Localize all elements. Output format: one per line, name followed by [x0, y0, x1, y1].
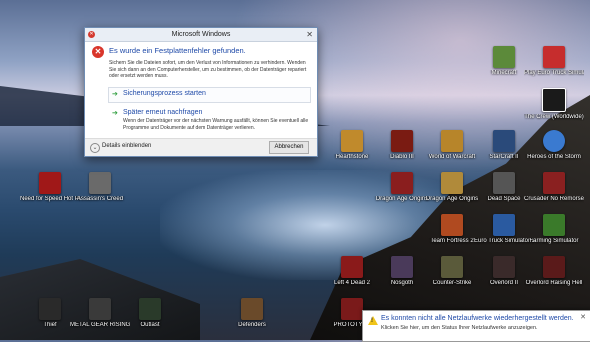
desktop-icon-the-crew[interactable]: The Crew (Worldwide) [524, 88, 584, 121]
tf2-icon [441, 214, 463, 236]
desktop-icon-defenders[interactable]: Defenders [222, 298, 282, 329]
outlast-icon [139, 298, 161, 320]
defenders-icon [241, 298, 263, 320]
ask-later-option[interactable]: ➔ Später erneut nachfragen Wenn der Date… [108, 106, 311, 136]
start-backup-option[interactable]: ➔ Sicherungsprozess starten [108, 87, 311, 103]
desktop-icon-label: Defenders [238, 322, 266, 328]
desktop-icon-crusader[interactable]: Crusader No Remorse [524, 172, 584, 203]
dialog-heading: Es wurde ein Festplattenfehler gefunden. [109, 46, 246, 55]
desktop-icon-label: World of Warcraft [428, 154, 476, 160]
truck-icon [543, 46, 565, 68]
prototype-icon [341, 298, 363, 320]
desktop-icon-farming-sim[interactable]: Farming Simulator [524, 214, 584, 245]
nfs-icon [39, 172, 61, 194]
nosgoth-icon [391, 256, 413, 278]
error-icon: ✕ [92, 46, 104, 58]
desktop-icon-label: Farming Simulator [529, 238, 579, 244]
overlord-icon [493, 256, 515, 278]
farming-sim-icon [543, 214, 565, 236]
desktop-icon-assassins-creed[interactable]: Assassin's Creed [70, 172, 130, 203]
desktop-icon-play-ets2-mp[interactable]: Play Euro Truck Simulator 2 Multiplayer [524, 46, 584, 77]
starcraft-icon [493, 130, 515, 152]
warning-mark: ! [371, 318, 373, 324]
desktop-icon-label: Crusader No Remorse [524, 196, 584, 202]
crusader-icon [543, 172, 565, 194]
desktop-icon-dragon-age-2[interactable]: Dragon Age Origins [422, 172, 482, 203]
disk-error-dialog: ✕ Microsoft Windows ✕ ✕ Es wurde ein Fes… [84, 27, 318, 157]
warning-icon [368, 316, 378, 325]
dragon-age-icon [391, 172, 413, 194]
desktop-icon-label: Outlast [140, 322, 160, 328]
assassins-creed-icon [89, 172, 111, 194]
overlord-icon [543, 256, 565, 278]
desktop-icon-label: Assassin's Creed [76, 196, 124, 202]
dialog-title: Microsoft Windows [171, 31, 231, 38]
close-icon[interactable]: ✕ [306, 28, 313, 41]
ask-later-description: Wenn der Datenträger vor der nächsten Wa… [123, 118, 309, 131]
metal-gear-icon [89, 298, 111, 320]
desktop-icon-label: The Crew (Worldwide) [524, 114, 584, 120]
desktop-icon-tf2[interactable]: Team Fortress 2 [422, 214, 482, 245]
heroes-storm-icon [543, 130, 565, 152]
desktop-icon-label: Play Euro Truck Simulator 2 Multiplayer [524, 70, 584, 76]
dialog-description: Sichern Sie die Dateien sofort, um den V… [109, 60, 307, 79]
desktop-icon-counter-strike[interactable]: Counter-Strike [422, 256, 482, 287]
error-icon: ✕ [88, 31, 95, 38]
desktop-icon-label: Heroes of the Storm [527, 154, 581, 160]
desktop-icon-label: Counter-Strike [432, 280, 472, 286]
desktop-icon-overlord-raising-hell[interactable]: Overlord Raising Hell [524, 256, 584, 287]
desktop-icon-heroes-storm[interactable]: Heroes of the Storm [524, 130, 584, 161]
ask-later-label: Später erneut nachfragen [123, 109, 203, 116]
arrow-right-icon: ➔ [112, 91, 118, 98]
wow-icon [441, 130, 463, 152]
desktop-icon-label: Team Fortress 2 [430, 238, 474, 244]
hearthstone-icon [341, 130, 363, 152]
chevron-down-icon[interactable]: ⌄ [90, 143, 100, 153]
notification-body: Klicken Sie hier, um den Status Ihrer Ne… [381, 325, 538, 331]
start-backup-label: Sicherungsprozess starten [123, 90, 206, 97]
dead-space-icon [493, 172, 515, 194]
the-crew-icon [542, 88, 566, 112]
dialog-footer: ⌄ Details einblenden Abbrechen [85, 138, 317, 156]
close-icon[interactable]: ✕ [580, 313, 586, 321]
thief-icon [39, 298, 61, 320]
dragon-age-icon [441, 172, 463, 194]
counter-strike-icon [441, 256, 463, 278]
desktop-icon-label: Overlord Raising Hell [525, 280, 583, 286]
desktop-icon-wow[interactable]: World of Warcraft [422, 130, 482, 161]
arrow-right-icon: ➔ [112, 110, 118, 117]
show-details-toggle[interactable]: Details einblenden [102, 143, 151, 149]
minecraft-icon [493, 46, 515, 68]
desktop-icon-outlast[interactable]: Outlast [120, 298, 180, 329]
desktop-icon-label: Dragon Age Origins [425, 196, 479, 202]
diablo-icon [391, 130, 413, 152]
l4d2-icon [341, 256, 363, 278]
truck-icon [493, 214, 515, 236]
network-drive-notification[interactable]: ! Es konnten nicht alle Netzlaufwerke wi… [362, 310, 590, 342]
dialog-titlebar[interactable]: ✕ Microsoft Windows ✕ [85, 28, 317, 42]
cancel-button[interactable]: Abbrechen [269, 141, 309, 154]
notification-title: Es konnten nicht alle Netzlaufwerke wied… [381, 315, 574, 322]
